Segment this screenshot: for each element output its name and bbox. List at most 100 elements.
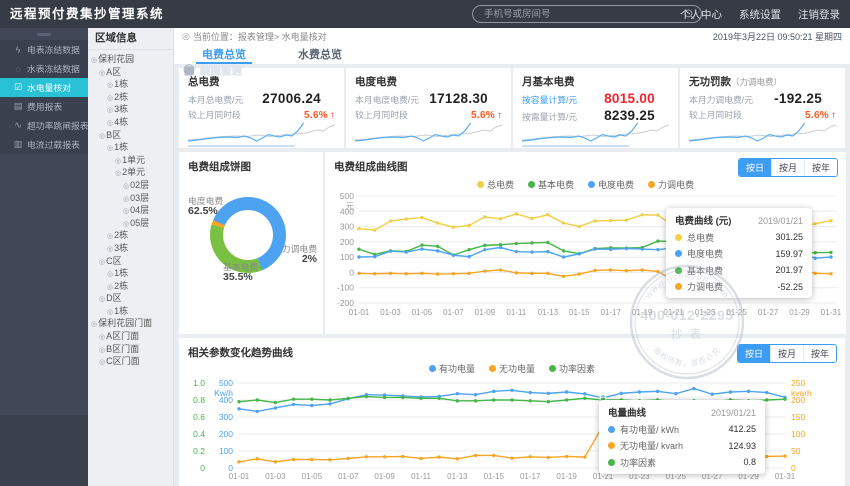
tree-expander-icon[interactable]: ◎ bbox=[107, 309, 113, 316]
tree-node-3栋[interactable]: ◎3栋 bbox=[88, 243, 173, 256]
legend-item-有功电量[interactable]: 有功电量 bbox=[429, 362, 475, 375]
svg-text:250: 250 bbox=[791, 378, 805, 388]
tree-node-A区门面[interactable]: ◎A区门面 bbox=[88, 331, 173, 344]
svg-text:01-17: 01-17 bbox=[520, 472, 541, 481]
topbar-link-2[interactable]: 注销登录 bbox=[798, 7, 840, 22]
tree-expander-icon[interactable]: ◎ bbox=[123, 196, 129, 203]
search-input[interactable] bbox=[482, 7, 671, 22]
tree-expander-icon[interactable]: ◎ bbox=[107, 82, 113, 89]
tree-expander-icon[interactable]: ◎ bbox=[107, 233, 113, 240]
tree-expander-icon[interactable]: ◎ bbox=[123, 221, 129, 228]
sparkline-chart bbox=[355, 121, 502, 145]
period-button-按年[interactable]: 按年 bbox=[803, 345, 836, 362]
tree-expander-icon[interactable]: ◎ bbox=[91, 57, 97, 64]
sidebar-item-label: 电表冻结数据 bbox=[27, 43, 80, 56]
tree-expander-icon[interactable]: ◎ bbox=[107, 120, 113, 127]
legend-item-无功电量[interactable]: 无功电量 bbox=[489, 362, 535, 375]
tree-node-1单元[interactable]: ◎1单元 bbox=[88, 155, 173, 168]
period-button-按月[interactable]: 按月 bbox=[770, 345, 803, 362]
sidebar-item-电流过载报表[interactable]: ▥电流过载报表 bbox=[0, 135, 88, 154]
tooltip-series-value: 201.97 bbox=[761, 265, 803, 275]
tree-expander-icon[interactable]: ◎ bbox=[99, 334, 105, 341]
legend-item-功率因素[interactable]: 功率因素 bbox=[549, 362, 595, 375]
tree-node-4栋[interactable]: ◎4栋 bbox=[88, 117, 173, 130]
tree-node-保利花园[interactable]: ◎保利花园 bbox=[88, 54, 173, 67]
tree-node-B区[interactable]: ◎B区 bbox=[88, 130, 173, 143]
stat-card-row-label: 按容量计算/元 bbox=[522, 93, 577, 106]
svg-text:100: 100 bbox=[791, 429, 805, 439]
tree-expander-icon[interactable]: ◎ bbox=[107, 284, 113, 291]
legend-item-力调电费[interactable]: 力调电费 bbox=[648, 178, 694, 191]
svg-text:300: 300 bbox=[340, 222, 354, 232]
legend-item-基本电费[interactable]: 基本电费 bbox=[528, 178, 574, 191]
period-button-按日[interactable]: 按日 bbox=[739, 159, 771, 176]
tree-node-label: 2栋 bbox=[114, 281, 128, 291]
tree-node-03层[interactable]: ◎03层 bbox=[88, 193, 173, 206]
tree-node-D区[interactable]: ◎D区 bbox=[88, 293, 173, 306]
tree-node-C区门面[interactable]: ◎C区门面 bbox=[88, 356, 173, 369]
topbar: 远程预付费集抄管理系统 个人中心系统设置注销登录 bbox=[0, 0, 850, 28]
stat-card-row: 按容量计算/元8015.00 bbox=[522, 91, 669, 106]
legend-item-电度电费[interactable]: 电度电费 bbox=[588, 178, 634, 191]
tooltip-title-text: 电量曲线 bbox=[608, 405, 646, 419]
tree-node-2栋[interactable]: ◎2栋 bbox=[88, 92, 173, 105]
sidebar-item-费用报表[interactable]: ▤费用报表 bbox=[0, 97, 88, 116]
tree-node-3栋[interactable]: ◎3栋 bbox=[88, 104, 173, 117]
tooltip-series-value: 0.8 bbox=[729, 457, 756, 467]
tree-expander-icon[interactable]: ◎ bbox=[123, 183, 129, 190]
overload-icon: ▥ bbox=[13, 139, 23, 150]
stat-card-sparkline bbox=[188, 121, 335, 145]
tree-expander-icon[interactable]: ◎ bbox=[115, 158, 121, 165]
tree-expander-icon[interactable]: ◎ bbox=[115, 170, 121, 177]
svg-text:01-09: 01-09 bbox=[374, 472, 395, 481]
sidebar-item-帮助[interactable]: ⊞帮助 bbox=[174, 56, 850, 84]
topbar-link-0[interactable]: 个人中心 bbox=[680, 7, 722, 22]
tree-node-05层[interactable]: ◎05层 bbox=[88, 218, 173, 231]
svg-text:0.2: 0.2 bbox=[193, 446, 205, 456]
tree-node-A区[interactable]: ◎A区 bbox=[88, 67, 173, 80]
period-button-按月[interactable]: 按月 bbox=[771, 159, 804, 176]
legend-item-总电费[interactable]: 总电费 bbox=[477, 178, 514, 191]
tree-node-02层[interactable]: ◎02层 bbox=[88, 180, 173, 193]
tree-node-B区门面[interactable]: ◎B区门面 bbox=[88, 344, 173, 357]
tree-expander-icon[interactable]: ◎ bbox=[123, 208, 129, 215]
period-button-按年[interactable]: 按年 bbox=[804, 159, 837, 176]
sidebar-item-水电量核对[interactable]: ☑水电量核对 bbox=[0, 78, 88, 97]
tree-expander-icon[interactable]: ◎ bbox=[99, 133, 105, 140]
tree-expander-icon[interactable]: ◎ bbox=[91, 321, 97, 328]
tree-expander-icon[interactable]: ◎ bbox=[107, 95, 113, 102]
tree-expander-icon[interactable]: ◎ bbox=[99, 70, 105, 77]
tree-expander-icon[interactable]: ◎ bbox=[107, 246, 113, 253]
tree-expander-icon[interactable]: ◎ bbox=[99, 259, 105, 266]
tree-expander-icon[interactable]: ◎ bbox=[107, 107, 113, 114]
tree-expander-icon[interactable]: ◎ bbox=[99, 296, 105, 303]
region-tree-panel: 区域信息 ◎保利花园◎A区◎1栋◎2栋◎3栋◎4栋◎B区◎1栋◎1单元◎2单元◎… bbox=[88, 28, 174, 486]
tree-expander-icon[interactable]: ◎ bbox=[99, 359, 105, 366]
tree-expander-icon[interactable]: ◎ bbox=[107, 271, 113, 278]
tree-expander-icon[interactable]: ◎ bbox=[99, 347, 105, 354]
main-area: ◎ 当前位置：报表管理> 水电量核对 2019年3月22日 09:50:21 星… bbox=[174, 28, 850, 486]
tree-node-保利花园门面[interactable]: ◎保利花园门面 bbox=[88, 318, 173, 331]
tree-expander-icon[interactable]: ◎ bbox=[107, 145, 113, 152]
sidebar-item-电表冻结数据[interactable]: ϟ电表冻结数据 bbox=[0, 40, 88, 59]
period-button-按日[interactable]: 按日 bbox=[738, 345, 770, 362]
tree-node-1栋[interactable]: ◎1栋 bbox=[88, 306, 173, 319]
tree-node-2单元[interactable]: ◎2单元 bbox=[88, 167, 173, 180]
tree-node-2栋[interactable]: ◎2栋 bbox=[88, 281, 173, 294]
tree-node-2栋[interactable]: ◎2栋 bbox=[88, 230, 173, 243]
tree-node-1栋[interactable]: ◎1栋 bbox=[88, 268, 173, 281]
stat-card-row: 较上月同时段5.6%↑ bbox=[355, 108, 502, 121]
tree-node-04层[interactable]: ◎04层 bbox=[88, 205, 173, 218]
svg-text:01-27: 01-27 bbox=[758, 308, 779, 317]
topbar-link-1[interactable]: 系统设置 bbox=[739, 7, 781, 22]
tree-node-1栋[interactable]: ◎1栋 bbox=[88, 142, 173, 155]
tree-node-C区[interactable]: ◎C区 bbox=[88, 256, 173, 269]
legend-dot bbox=[648, 181, 655, 188]
stat-card-row-value: 5.6% bbox=[805, 110, 829, 121]
sidebar-item-水表冻结数据[interactable]: ◌水表冻结数据 bbox=[0, 59, 88, 78]
fee-curve-title: 电费组成曲线图 bbox=[334, 159, 408, 174]
sidebar-collapse-handle[interactable] bbox=[37, 33, 51, 36]
tree-node-1栋[interactable]: ◎1栋 bbox=[88, 79, 173, 92]
sidebar-item-超功率跳闸报表[interactable]: ∿超功率跳闸报表 bbox=[0, 116, 88, 135]
svg-text:01-23: 01-23 bbox=[695, 308, 716, 317]
